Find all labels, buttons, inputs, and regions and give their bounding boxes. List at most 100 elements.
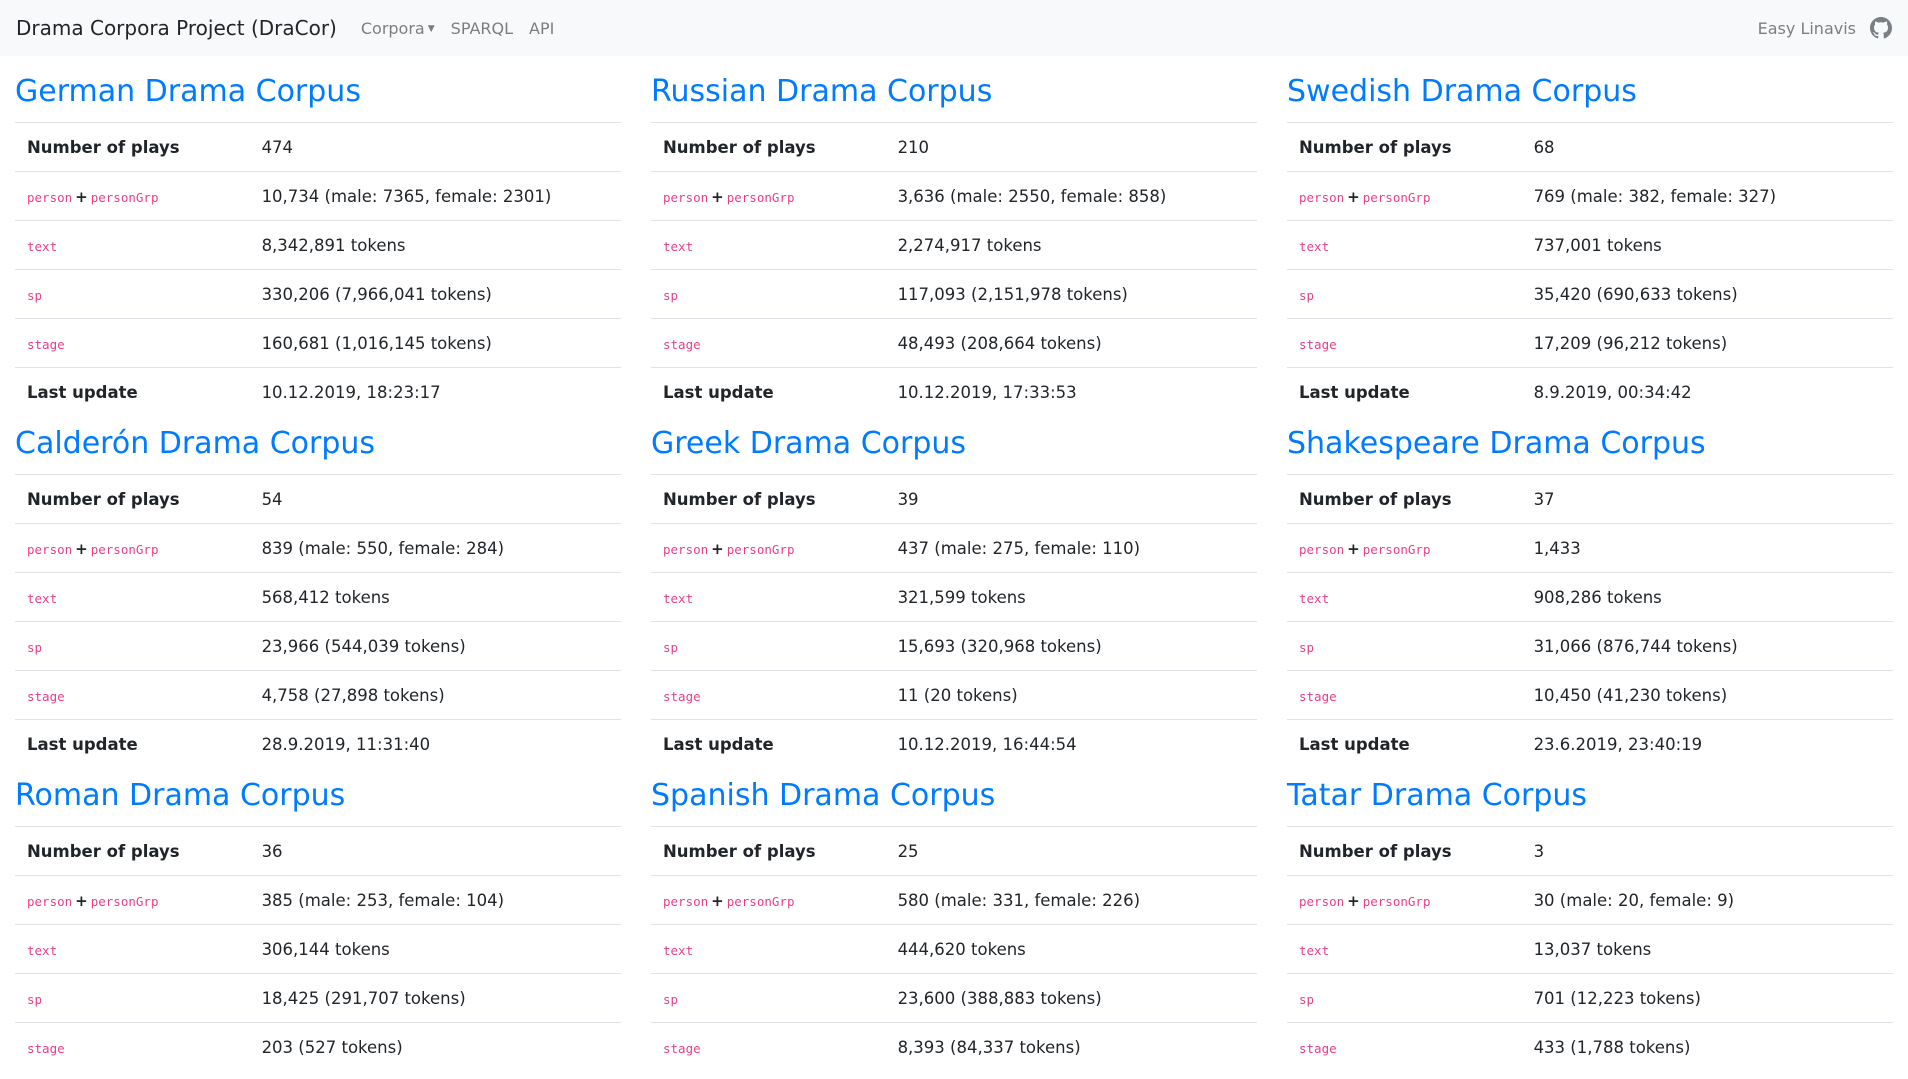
stage-code: stage <box>663 688 701 704</box>
table-row: sp 701 (12,223 tokens) <box>1287 973 1893 1023</box>
corpora-grid: German Drama Corpus Number of plays 474 p… <box>0 56 1908 1079</box>
person-code: person <box>27 893 73 909</box>
text-label: text <box>1287 220 1522 270</box>
corpus-card: Shakespeare Drama Corpus Number of plays… <box>1287 408 1893 769</box>
sp-code: sp <box>27 991 43 1007</box>
persongrp-code: personGrp <box>90 893 159 909</box>
sp-code: sp <box>27 639 43 655</box>
plus-sign: + <box>75 539 88 558</box>
nav-sparql-link[interactable]: SPARQL <box>451 19 513 38</box>
nav-api-link[interactable]: API <box>529 19 554 38</box>
corpus-stats-table: Number of plays 474 person + personGrp 10,73… <box>15 122 621 417</box>
sp-code: sp <box>1299 287 1315 303</box>
corpus-title-link[interactable]: Swedish Drama Corpus <box>1287 56 1893 122</box>
corpus-card: Greek Drama Corpus Number of plays 39 per… <box>651 408 1257 769</box>
nav-corpora-dropdown[interactable]: Corpora ▼ <box>361 19 435 38</box>
table-row: person + personGrp 3,636 (male: 2550, femal… <box>651 171 1257 221</box>
persongrp-code: personGrp <box>726 541 795 557</box>
plays-label: Number of plays <box>651 474 886 524</box>
persons-value: 1,433 <box>1521 523 1893 573</box>
table-row: text 306,144 tokens <box>15 924 621 974</box>
sp-value: 31,066 (876,744 tokens) <box>1521 621 1893 671</box>
persongrp-code: personGrp <box>1362 189 1431 205</box>
table-row: Number of plays 474 <box>15 122 621 172</box>
corpus-title-link[interactable]: Greek Drama Corpus <box>651 408 1257 474</box>
stage-value: 10,450 (41,230 tokens) <box>1521 670 1893 720</box>
sp-code: sp <box>663 287 679 303</box>
persons-value: 385 (male: 253, female: 104) <box>249 875 621 925</box>
persongrp-code: personGrp <box>1362 893 1431 909</box>
corpus-title-link[interactable]: Shakespeare Drama Corpus <box>1287 408 1893 474</box>
persons-label: person + personGrp <box>15 875 250 925</box>
persongrp-code: personGrp <box>1362 541 1431 557</box>
caret-down-icon: ▼ <box>427 24 435 34</box>
plus-sign: + <box>711 187 724 206</box>
stage-label: stage <box>15 318 250 368</box>
corpus-title-link[interactable]: German Drama Corpus <box>15 56 621 122</box>
persongrp-code: personGrp <box>726 893 795 909</box>
text-label: text <box>651 220 886 270</box>
brand-link[interactable]: Drama Corpora Project (DraCor) <box>16 16 337 40</box>
table-row: text 568,412 tokens <box>15 572 621 622</box>
plays-label: Number of plays <box>15 474 250 524</box>
corpus-stats-table: Number of plays 25 person + personGrp 580 (m… <box>651 826 1257 1072</box>
table-row: text 321,599 tokens <box>651 572 1257 622</box>
corpus-title-link[interactable]: Roman Drama Corpus <box>15 760 621 826</box>
corpus-title-link[interactable]: Russian Drama Corpus <box>651 56 1257 122</box>
table-row: text 444,620 tokens <box>651 924 1257 974</box>
persons-label: person + personGrp <box>651 523 886 573</box>
corpus-title-link[interactable]: Spanish Drama Corpus <box>651 760 1257 826</box>
person-code: person <box>27 541 73 557</box>
table-row: sp 330,206 (7,966,041 tokens) <box>15 269 621 319</box>
plays-value: 39 <box>885 474 1257 524</box>
text-value: 13,037 tokens <box>1521 924 1893 974</box>
stage-label: stage <box>15 1022 250 1072</box>
person-code: person <box>663 189 709 205</box>
table-row: stage 17,209 (96,212 tokens) <box>1287 318 1893 368</box>
github-icon[interactable] <box>1870 17 1892 39</box>
corpus-stats-table: Number of plays 68 person + personGrp 769 (m… <box>1287 122 1893 417</box>
text-code: text <box>1299 590 1330 606</box>
person-code: person <box>663 893 709 909</box>
stage-label: stage <box>1287 1022 1522 1072</box>
plays-label: Number of plays <box>651 122 886 172</box>
plus-sign: + <box>75 187 88 206</box>
stage-value: 48,493 (208,664 tokens) <box>885 318 1257 368</box>
table-row: stage 433 (1,788 tokens) <box>1287 1022 1893 1072</box>
sp-value: 23,600 (388,883 tokens) <box>885 973 1257 1023</box>
sp-code: sp <box>1299 991 1315 1007</box>
stage-code: stage <box>1299 1040 1337 1056</box>
person-code: person <box>1299 893 1345 909</box>
table-row: sp 35,420 (690,633 tokens) <box>1287 269 1893 319</box>
persons-label: person + personGrp <box>651 171 886 221</box>
table-row: Number of plays 68 <box>1287 122 1893 172</box>
plus-sign: + <box>1347 539 1360 558</box>
stage-label: stage <box>1287 670 1522 720</box>
table-row: stage 11 (20 tokens) <box>651 670 1257 720</box>
plus-sign: + <box>75 891 88 910</box>
sp-value: 23,966 (544,039 tokens) <box>249 621 621 671</box>
table-row: stage 4,758 (27,898 tokens) <box>15 670 621 720</box>
text-code: text <box>1299 942 1330 958</box>
table-row: stage 203 (527 tokens) <box>15 1022 621 1072</box>
stage-code: stage <box>27 336 65 352</box>
text-value: 737,001 tokens <box>1521 220 1893 270</box>
corpus-title-link[interactable]: Tatar Drama Corpus <box>1287 760 1893 826</box>
text-code: text <box>663 590 694 606</box>
plays-value: 3 <box>1521 826 1893 876</box>
sp-value: 35,420 (690,633 tokens) <box>1521 269 1893 319</box>
corpus-stats-table: Number of plays 37 person + personGrp 1,433 … <box>1287 474 1893 769</box>
sp-code: sp <box>663 639 679 655</box>
table-row: stage 160,681 (1,016,145 tokens) <box>15 318 621 368</box>
plays-value: 210 <box>885 122 1257 172</box>
stage-value: 8,393 (84,337 tokens) <box>885 1022 1257 1072</box>
easy-linavis-link[interactable]: Easy Linavis <box>1758 19 1856 38</box>
person-code: person <box>663 541 709 557</box>
persons-label: person + personGrp <box>1287 523 1522 573</box>
text-label: text <box>651 924 886 974</box>
corpus-title-link[interactable]: Calderón Drama Corpus <box>15 408 621 474</box>
plus-sign: + <box>711 891 724 910</box>
plays-label: Number of plays <box>1287 826 1522 876</box>
corpus-stats-table: Number of plays 210 person + personGrp 3,636… <box>651 122 1257 417</box>
plays-value: 54 <box>249 474 621 524</box>
